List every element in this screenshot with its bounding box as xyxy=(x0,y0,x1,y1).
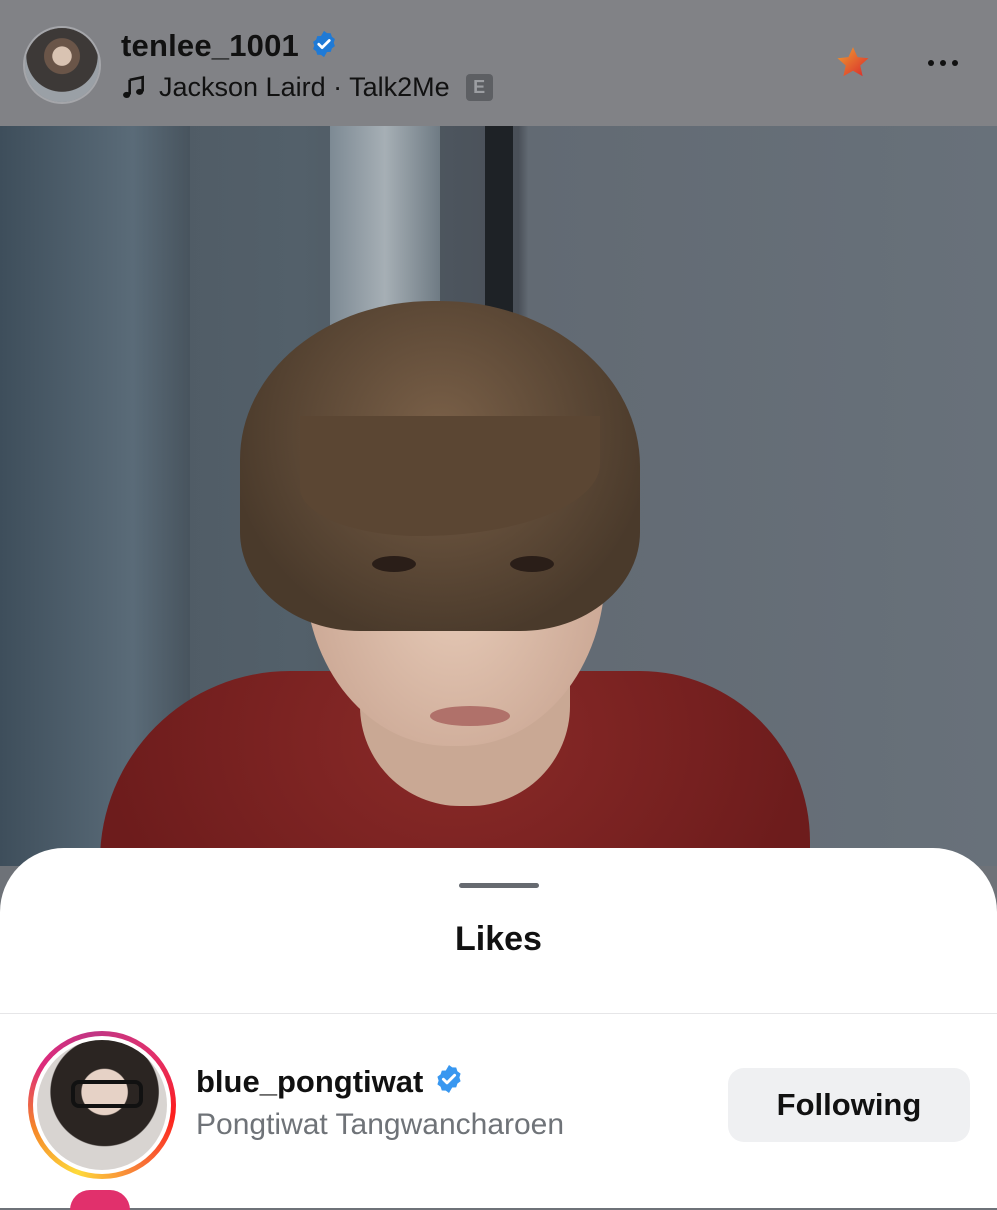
likes-sheet: Likes blue_pongtiwat Pongtiwat Tangwanch… xyxy=(0,848,997,1208)
music-note-icon xyxy=(121,75,147,101)
verified-badge-icon xyxy=(309,29,339,64)
following-button[interactable]: Following xyxy=(728,1068,970,1142)
author-username[interactable]: tenlee_1001 xyxy=(121,28,299,64)
explicit-badge: E xyxy=(465,74,493,101)
author-info: tenlee_1001 xyxy=(121,28,339,64)
next-story-ring xyxy=(70,1190,130,1210)
favorite-star-icon[interactable] xyxy=(834,44,872,87)
audio-track-label: Jackson Laird · Talk2Me xyxy=(159,72,450,102)
like-full-name: Pongtiwat Tangwancharoen xyxy=(196,1108,565,1141)
like-username[interactable]: blue_pongtiwat xyxy=(196,1064,423,1100)
avatar xyxy=(37,1040,167,1170)
post-header: tenlee_1001 Jackson Laird · Talk2Me E xyxy=(0,0,997,126)
like-list-item[interactable]: blue_pongtiwat Pongtiwat Tangwancharoen … xyxy=(0,1031,997,1181)
sheet-grabber[interactable] xyxy=(459,883,539,888)
sheet-title: Likes xyxy=(455,920,542,958)
author-avatar[interactable] xyxy=(25,28,99,102)
post-photo xyxy=(0,126,997,866)
divider xyxy=(0,1013,997,1014)
audio-track[interactable]: Jackson Laird · Talk2Me E xyxy=(121,72,493,103)
more-options-icon[interactable] xyxy=(928,60,958,66)
like-user-info: blue_pongtiwat xyxy=(196,1063,465,1100)
story-ring[interactable] xyxy=(28,1031,176,1179)
verified-badge-icon xyxy=(433,1063,465,1100)
